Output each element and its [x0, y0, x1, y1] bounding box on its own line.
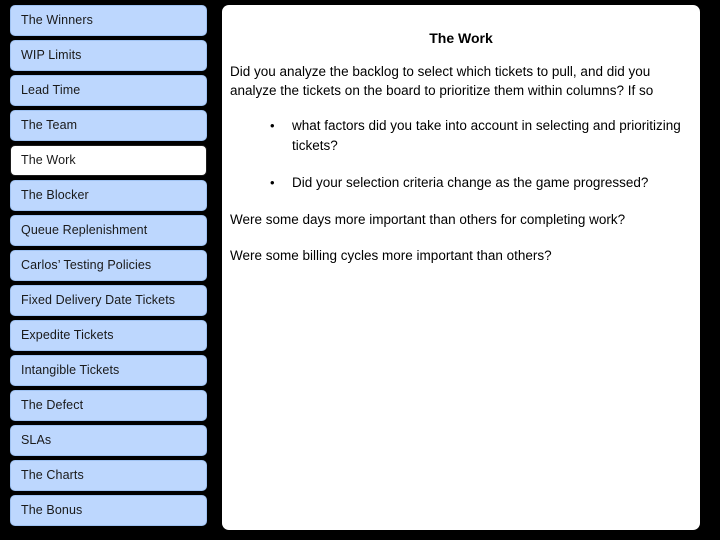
sidebar-item-the-team[interactable]: The Team: [10, 110, 207, 141]
sidebar-item-label: Intangible Tickets: [21, 363, 120, 378]
slide-canvas: The Winners WIP Limits Lead Time The Tea…: [0, 0, 720, 540]
sidebar-item-label: Expedite Tickets: [21, 328, 114, 343]
sidebar-item-the-defect[interactable]: The Defect: [10, 390, 207, 421]
list-item: • what factors did you take into account…: [230, 116, 692, 156]
sidebar-item-the-winners[interactable]: The Winners: [10, 5, 207, 36]
bullet-point-icon: •: [270, 118, 275, 133]
list-item-label: what factors did you take into account i…: [292, 118, 681, 153]
sidebar-item-label: The Blocker: [21, 188, 89, 203]
sidebar-item-label: The Winners: [21, 13, 93, 28]
sidebar-item-label: The Work: [21, 153, 76, 168]
sidebar-item-the-blocker[interactable]: The Blocker: [10, 180, 207, 211]
sidebar-item-label: The Defect: [21, 398, 84, 413]
sidebar-item-wip-limits[interactable]: WIP Limits: [10, 40, 207, 71]
question-bullet-list: • what factors did you take into account…: [230, 116, 692, 193]
intro-paragraph: Did you analyze the backlog to select wh…: [230, 64, 654, 98]
sidebar-item-fixed-delivery-date-tickets[interactable]: Fixed Delivery Date Tickets: [10, 285, 207, 316]
list-item-label: Did your selection criteria change as th…: [292, 175, 649, 190]
bullet-point-icon: •: [270, 175, 275, 190]
sidebar-item-slas[interactable]: SLAs: [10, 425, 207, 456]
sidebar-item-label: Queue Replenishment: [21, 223, 148, 238]
content-panel: The Work Did you analyze the backlog to …: [222, 5, 700, 530]
sidebar-item-expedite-tickets[interactable]: Expedite Tickets: [10, 320, 207, 351]
sidebar-item-the-work[interactable]: The Work: [10, 145, 207, 176]
sidebar-item-carlos-testing-policies[interactable]: Carlos’ Testing Policies: [10, 250, 207, 281]
sidebar-item-lead-time[interactable]: Lead Time: [10, 75, 207, 106]
content-body: Did you analyze the backlog to select wh…: [222, 62, 700, 265]
sidebar-item-label: The Team: [21, 118, 78, 133]
sidebar-item-the-charts[interactable]: The Charts: [10, 460, 207, 491]
sidebar-item-label: SLAs: [21, 433, 52, 448]
sidebar-item-label: Fixed Delivery Date Tickets: [21, 293, 176, 308]
sidebar-item-intangible-tickets[interactable]: Intangible Tickets: [10, 355, 207, 386]
closing-paragraph-2: Were some billing cycles more important …: [230, 248, 552, 263]
sidebar-item-label: WIP Limits: [21, 48, 82, 63]
page-title: The Work: [429, 30, 493, 46]
list-item: • Did your selection criteria change as …: [230, 173, 692, 193]
sidebar-item-label: The Bonus: [21, 503, 83, 518]
sidebar-item-label: The Charts: [21, 468, 84, 483]
sidebar-item-label: Carlos’ Testing Policies: [21, 258, 152, 273]
sidebar-navigation: The Winners WIP Limits Lead Time The Tea…: [10, 5, 207, 535]
sidebar-item-the-bonus[interactable]: The Bonus: [10, 495, 207, 526]
sidebar-item-label: Lead Time: [21, 83, 81, 98]
sidebar-item-queue-replenishment[interactable]: Queue Replenishment: [10, 215, 207, 246]
closing-paragraph-1: Were some days more important than other…: [230, 212, 626, 227]
